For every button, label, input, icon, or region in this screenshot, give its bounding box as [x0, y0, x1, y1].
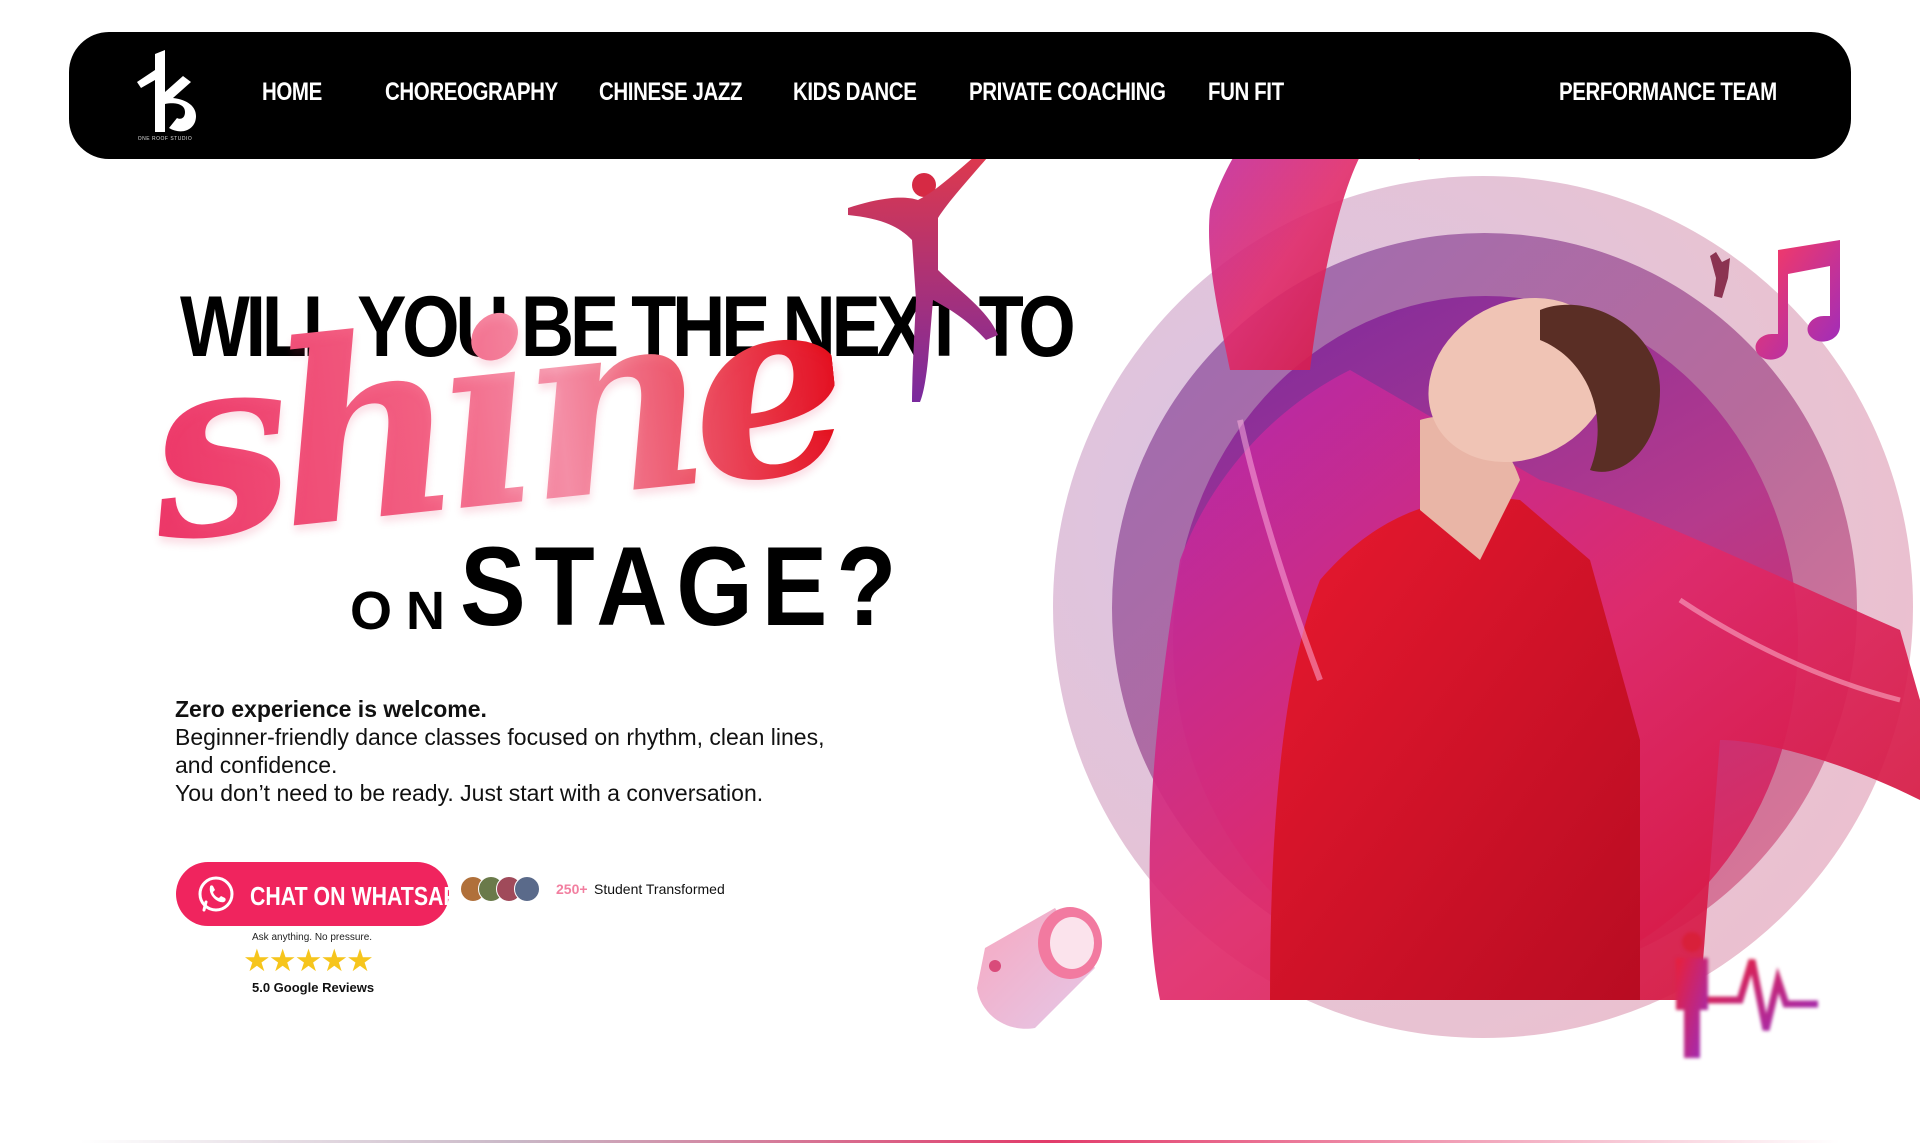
music-notes-icon: [1710, 240, 1840, 360]
description-line-2: You don’t need to be ready. Just start w…: [175, 780, 764, 806]
pink-speaker-icon: [977, 907, 1102, 1029]
students-count: 250+: [556, 881, 588, 897]
red-dancer-figurine-icon: [848, 145, 998, 402]
whatsapp-chat-label: CHAT ON WHATSAPP: [250, 881, 472, 911]
google-reviews: 5.0 Google Reviews: [252, 980, 375, 995]
headline-on: ON: [350, 581, 459, 641]
description-line-1: Beginner-friendly dance classes focused …: [175, 724, 825, 778]
rating-stars: ★★★★★: [243, 943, 374, 978]
students-label: Student Transformed: [594, 881, 725, 897]
whatsapp-chat-button[interactable]: CHAT ON WHATSAPP: [176, 862, 472, 926]
hero-description: Zero experience is welcome. Beginner-fri…: [175, 695, 835, 807]
nav-performance-team[interactable]: PERFORMANCE TEAM: [1559, 78, 1777, 107]
nav-private-coaching[interactable]: PRIVATE COACHING: [969, 78, 1166, 107]
top-navigation: ONE ROOF STUDIO HOME CHOREOGRAPHY CHINES…: [69, 32, 1851, 159]
avatar: [514, 876, 540, 902]
nav-kids-dance[interactable]: KIDS DANCE: [793, 78, 917, 107]
section-divider: [80, 1140, 1840, 1143]
brand-caption: ONE ROOF STUDIO: [137, 136, 193, 142]
k-monogram-icon: [137, 50, 197, 132]
nav-home[interactable]: HOME: [262, 78, 322, 107]
nav-fun-fit[interactable]: FUN FIT: [1208, 78, 1284, 107]
cta-note: Ask anything. No pressure.: [252, 932, 373, 943]
headline-stage: STAGE?: [460, 524, 906, 649]
brand-logo[interactable]: ONE ROOF STUDIO: [125, 48, 205, 148]
nav-chinese-jazz[interactable]: CHINESE JAZZ: [599, 78, 743, 107]
dancer-photo: [1149, 60, 1920, 1000]
description-strong: Zero experience is welcome.: [175, 696, 487, 722]
whatsapp-icon: [198, 876, 234, 912]
person-heartbeat-icon: [1676, 932, 1818, 1058]
nav-choreography[interactable]: CHOREOGRAPHY: [385, 78, 558, 107]
